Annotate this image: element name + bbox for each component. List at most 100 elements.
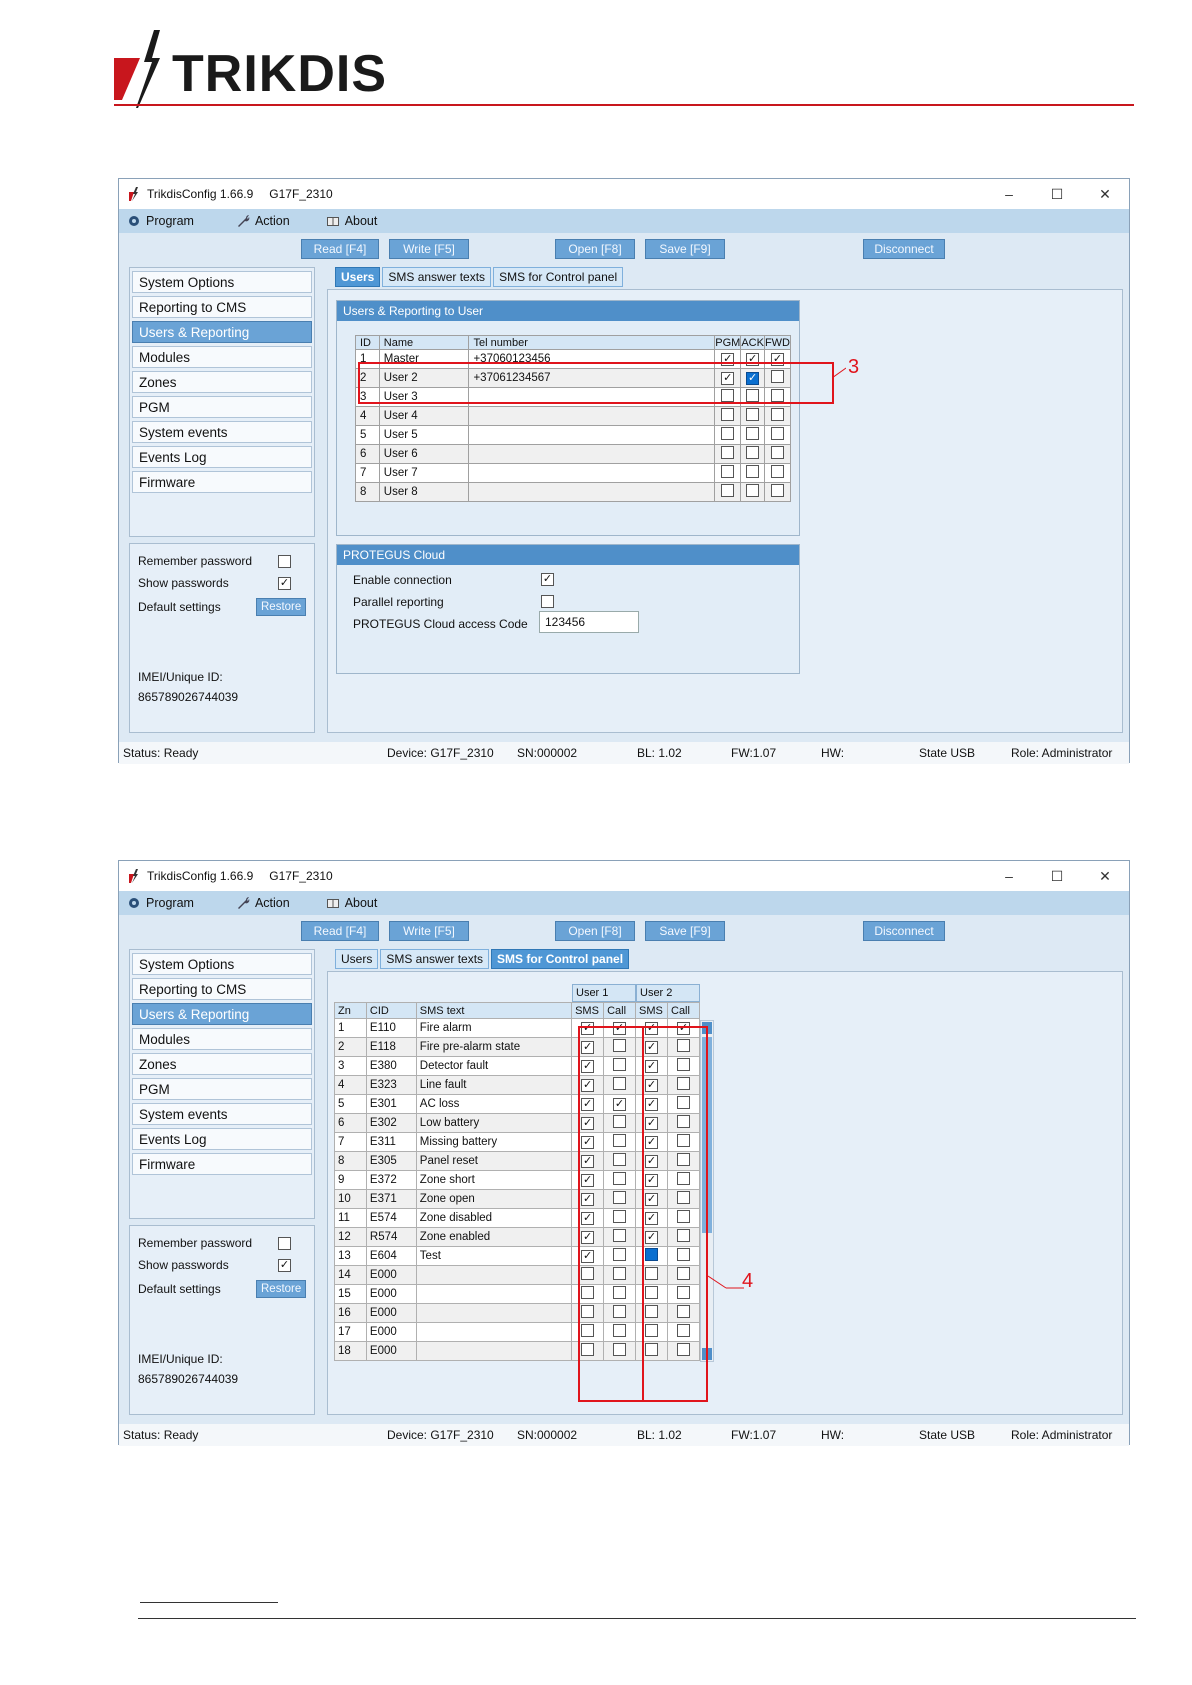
zone-cid[interactable]: E000 xyxy=(365,1303,417,1323)
zone-cid[interactable]: E371 xyxy=(365,1189,417,1209)
ack-checkbox[interactable] xyxy=(746,446,760,459)
user-tel[interactable] xyxy=(468,463,716,483)
menu-program[interactable]: Program xyxy=(127,896,194,910)
sidebar-item-reporting-cms[interactable]: Reporting to CMS xyxy=(132,978,312,1000)
read-button[interactable]: Read [F4] xyxy=(301,921,379,941)
zone-cid[interactable]: E000 xyxy=(365,1284,417,1304)
sidebar-item-zones[interactable]: Zones xyxy=(132,371,312,393)
user-name[interactable]: User 5 xyxy=(378,425,470,445)
zone-sms-text[interactable]: Fire pre-alarm state xyxy=(415,1037,573,1057)
save-button[interactable]: Save [F9] xyxy=(645,239,725,259)
user-tel[interactable] xyxy=(468,406,716,426)
menu-about[interactable]: About xyxy=(326,896,377,910)
pgm-checkbox[interactable] xyxy=(721,408,735,421)
zone-sms-text[interactable] xyxy=(415,1265,573,1285)
user-tel[interactable] xyxy=(468,444,716,464)
zone-cid[interactable]: E574 xyxy=(365,1208,417,1228)
show-passwords-checkbox[interactable]: ✓ xyxy=(278,576,291,590)
open-button[interactable]: Open [F8] xyxy=(555,239,635,259)
fwd-checkbox[interactable] xyxy=(770,484,784,497)
restore-button[interactable]: Restore xyxy=(256,1280,307,1298)
pgm-checkbox[interactable] xyxy=(721,465,735,478)
sidebar-item-pgm[interactable]: PGM xyxy=(132,396,312,418)
zone-sms-text[interactable]: Missing battery xyxy=(415,1132,573,1152)
table-row[interactable]: 8 User 8 xyxy=(355,482,792,502)
zone-sms-text[interactable]: Zone disabled xyxy=(415,1208,573,1228)
menu-program[interactable]: Program xyxy=(127,214,194,228)
save-button[interactable]: Save [F9] xyxy=(645,921,725,941)
sidebar-item-system-options[interactable]: System Options xyxy=(132,953,312,975)
zone-sms-text[interactable]: Low battery xyxy=(415,1113,573,1133)
zone-sms-text[interactable] xyxy=(415,1303,573,1323)
user-name[interactable]: User 7 xyxy=(378,463,470,483)
write-button[interactable]: Write [F5] xyxy=(389,921,469,941)
zone-cid[interactable]: E000 xyxy=(365,1341,417,1361)
user-tel[interactable] xyxy=(468,425,716,445)
sidebar-item-modules[interactable]: Modules xyxy=(132,346,312,368)
zone-sms-text[interactable]: Zone short xyxy=(415,1170,573,1190)
zone-sms-text[interactable] xyxy=(415,1341,573,1361)
zone-cid[interactable]: E302 xyxy=(365,1113,417,1133)
close-button[interactable]: ✕ xyxy=(1081,861,1129,891)
read-button[interactable]: Read [F4] xyxy=(301,239,379,259)
enable-connection-checkbox[interactable]: ✓ xyxy=(541,573,554,586)
table-row[interactable]: 7 User 7 xyxy=(355,463,792,483)
menu-about[interactable]: About xyxy=(326,214,377,228)
disconnect-button[interactable]: Disconnect xyxy=(863,239,945,259)
zone-sms-text[interactable]: Fire alarm xyxy=(415,1018,573,1038)
zone-cid[interactable]: E000 xyxy=(365,1265,417,1285)
sidebar-item-firmware[interactable]: Firmware xyxy=(132,471,312,493)
pgm-checkbox[interactable] xyxy=(721,484,735,497)
pgm-checkbox[interactable] xyxy=(721,427,735,440)
open-button[interactable]: Open [F8] xyxy=(555,921,635,941)
sidebar-item-system-events[interactable]: System events xyxy=(132,421,312,443)
table-row[interactable]: 6 User 6 xyxy=(355,444,792,464)
tab-sms-answer[interactable]: SMS answer texts xyxy=(382,267,492,287)
menu-action[interactable]: Action xyxy=(236,214,290,228)
zone-cid[interactable]: E000 xyxy=(365,1322,417,1342)
zone-cid[interactable]: E301 xyxy=(365,1094,417,1114)
zone-cid[interactable]: R574 xyxy=(365,1227,417,1247)
zone-cid[interactable]: E380 xyxy=(365,1056,417,1076)
minimize-button[interactable]: – xyxy=(985,861,1033,891)
fwd-checkbox[interactable] xyxy=(770,446,784,459)
restore-button[interactable]: Restore xyxy=(256,598,307,616)
tab-sms-answer[interactable]: SMS answer texts xyxy=(380,949,490,969)
remember-password-checkbox[interactable] xyxy=(278,554,291,568)
zone-sms-text[interactable]: Test xyxy=(415,1246,573,1266)
disconnect-button[interactable]: Disconnect xyxy=(863,921,945,941)
table-row[interactable]: 4 User 4 xyxy=(355,406,792,426)
ack-checkbox[interactable] xyxy=(746,408,760,421)
zone-sms-text[interactable] xyxy=(415,1322,573,1342)
zone-sms-text[interactable]: Line fault xyxy=(415,1075,573,1095)
zone-sms-text[interactable] xyxy=(415,1284,573,1304)
zone-sms-text[interactable]: Zone open xyxy=(415,1189,573,1209)
close-button[interactable]: ✕ xyxy=(1081,179,1129,209)
user-name[interactable]: User 8 xyxy=(378,482,470,502)
minimize-button[interactable]: – xyxy=(985,179,1033,209)
sidebar-item-firmware[interactable]: Firmware xyxy=(132,1153,312,1175)
table-row[interactable]: 5 User 5 xyxy=(355,425,792,445)
tab-users[interactable]: Users xyxy=(335,267,381,287)
sidebar-item-system-options[interactable]: System Options xyxy=(132,271,312,293)
sidebar-item-reporting-cms[interactable]: Reporting to CMS xyxy=(132,296,312,318)
zone-sms-text[interactable]: Zone enabled xyxy=(415,1227,573,1247)
fwd-checkbox[interactable] xyxy=(770,427,784,440)
zone-cid[interactable]: E118 xyxy=(365,1037,417,1057)
fwd-checkbox[interactable] xyxy=(770,408,784,421)
fwd-checkbox[interactable] xyxy=(770,465,784,478)
zone-sms-text[interactable]: Detector fault xyxy=(415,1056,573,1076)
write-button[interactable]: Write [F5] xyxy=(389,239,469,259)
tab-users[interactable]: Users xyxy=(335,949,379,969)
sidebar-item-modules[interactable]: Modules xyxy=(132,1028,312,1050)
ack-checkbox[interactable] xyxy=(746,484,760,497)
zone-sms-text[interactable]: Panel reset xyxy=(415,1151,573,1171)
zone-cid[interactable]: E323 xyxy=(365,1075,417,1095)
zone-cid[interactable]: E372 xyxy=(365,1170,417,1190)
sidebar-item-users-reporting[interactable]: Users & Reporting xyxy=(132,321,312,343)
maximize-button[interactable]: ☐ xyxy=(1033,861,1081,891)
menu-action[interactable]: Action xyxy=(236,896,290,910)
tab-sms-control[interactable]: SMS for Control panel xyxy=(493,267,624,287)
sidebar-item-pgm[interactable]: PGM xyxy=(132,1078,312,1100)
zone-cid[interactable]: E604 xyxy=(365,1246,417,1266)
